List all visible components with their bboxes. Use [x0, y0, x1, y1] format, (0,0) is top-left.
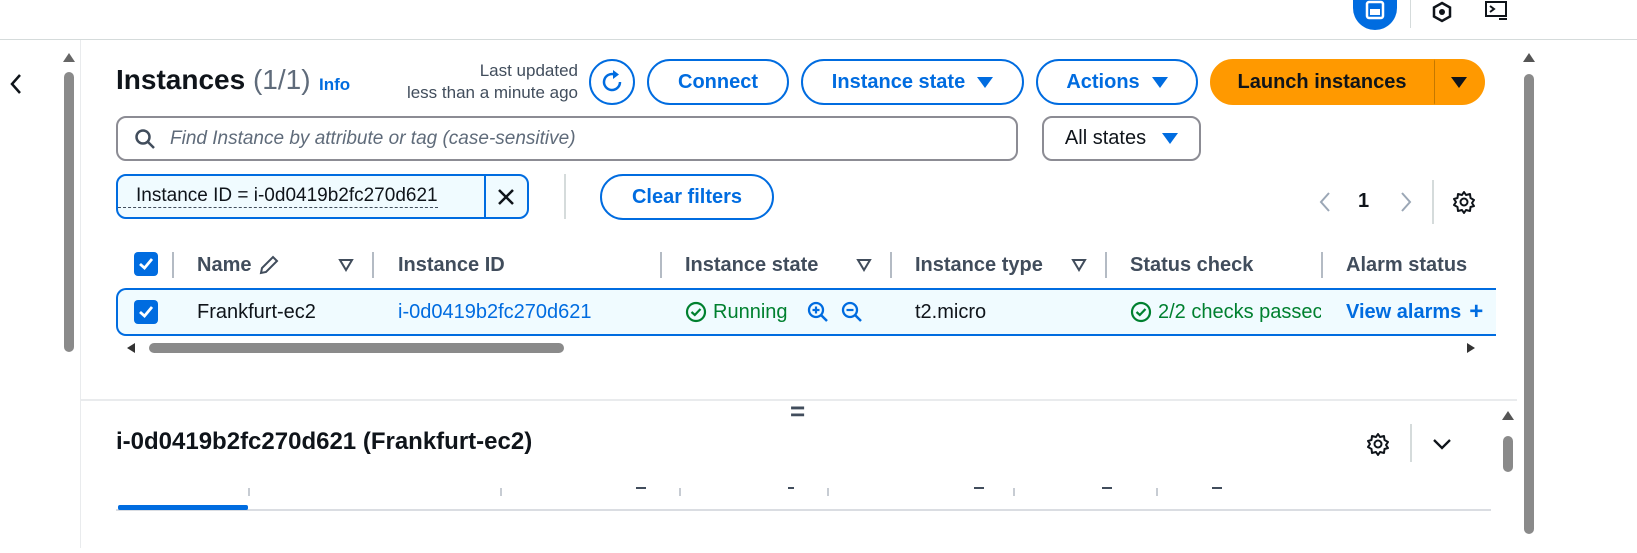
next-page-icon[interactable] [1397, 190, 1415, 214]
view-alarms-link[interactable]: View alarms + [1346, 298, 1486, 326]
caret-down-icon [1451, 76, 1467, 88]
column-header-instance-state[interactable]: Instance state [685, 252, 818, 278]
caret-down-icon [977, 76, 994, 88]
launch-dropdown-button[interactable] [1434, 59, 1485, 105]
column-header-alarm-status[interactable]: Alarm status [1346, 252, 1467, 278]
filter-token-label[interactable]: Instance ID = i-0d0419b2fc270d621 [118, 185, 438, 208]
refresh-icon [602, 70, 622, 92]
remove-filter-icon[interactable] [494, 185, 518, 209]
details-scrollbar[interactable] [1500, 408, 1516, 548]
details-tabs [116, 486, 1491, 516]
column-header-status-check[interactable]: Status check [1130, 252, 1253, 278]
terminal-icon[interactable] [1484, 0, 1510, 24]
filter-token[interactable]: Instance ID = i-0d0419b2fc270d621 [116, 174, 529, 219]
actions-button[interactable]: Actions [1036, 59, 1198, 105]
top-bar [0, 0, 1637, 40]
cell-name: Frankfurt-ec2 [197, 300, 316, 323]
column-header-instance-type[interactable]: Instance type [915, 252, 1043, 278]
zoom-in-icon[interactable] [806, 300, 830, 324]
launch-instances-button[interactable]: Launch instances [1210, 59, 1434, 105]
clear-filters-button[interactable]: Clear filters [600, 174, 774, 220]
refresh-button[interactable] [589, 59, 635, 105]
search-icon [135, 128, 155, 149]
prev-page-icon[interactable] [1316, 190, 1334, 214]
hexagon-icon[interactable] [1430, 0, 1454, 24]
column-header-instance-id[interactable]: Instance ID [398, 252, 505, 278]
zoom-out-icon[interactable] [840, 300, 864, 324]
cell-instance-type: t2.micro [915, 300, 987, 323]
cell-status-check: 2/2 checks passec [1130, 298, 1321, 326]
left-scrollbar[interactable] [60, 50, 78, 360]
instance-count: (1/1) [252, 64, 311, 95]
sort-name-icon[interactable] [338, 258, 354, 277]
pencil-icon [260, 255, 279, 275]
window-icon[interactable] [1353, 0, 1397, 30]
instance-state-button[interactable]: Instance state [801, 59, 1024, 105]
state-filter-select[interactable]: All states [1042, 116, 1201, 161]
search-input[interactable]: Find Instance by attribute or tag (case-… [116, 116, 1018, 161]
row-checkbox[interactable] [134, 300, 158, 324]
collapse-nav-icon[interactable] [6, 70, 26, 98]
sort-state-icon[interactable] [856, 258, 872, 277]
details-settings-icon[interactable] [1366, 432, 1390, 456]
page-number[interactable]: 1 [1358, 190, 1369, 213]
last-updated: Last updated less than a minute ago [406, 61, 578, 102]
check-circle-icon [1130, 301, 1152, 323]
select-all-checkbox[interactable] [134, 252, 158, 276]
column-header-name[interactable]: Name [197, 252, 281, 278]
instance-id-link[interactable]: i-0d0419b2fc270d621 [398, 298, 592, 326]
info-link[interactable]: Info [319, 75, 350, 95]
details-title: i-0d0419b2fc270d621 (Frankfurt-ec2) [116, 428, 533, 455]
table-settings-icon[interactable] [1452, 190, 1476, 214]
cell-instance-state: Running [685, 298, 788, 326]
search-placeholder: Find Instance by attribute or tag (case-… [170, 127, 576, 149]
connect-button[interactable]: Connect [647, 59, 789, 105]
caret-down-icon [1162, 133, 1179, 144]
page-scrollbar[interactable] [1520, 50, 1538, 548]
page-title: Instances (1/1) [116, 64, 311, 95]
caret-down-icon [1151, 76, 1168, 88]
resize-handle[interactable]: = [790, 398, 805, 424]
horizontal-scrollbar[interactable] [125, 340, 1477, 356]
collapse-details-icon[interactable] [1430, 432, 1454, 456]
add-alarm-icon[interactable]: + [1469, 298, 1483, 326]
sort-type-icon[interactable] [1071, 258, 1087, 277]
check-circle-icon [685, 301, 707, 323]
